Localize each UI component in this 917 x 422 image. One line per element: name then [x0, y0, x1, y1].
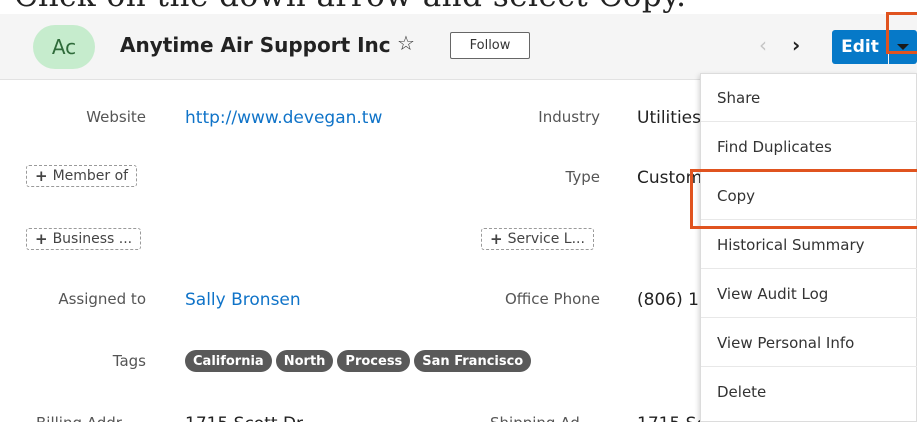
tag-list: California North Process San Francisco — [185, 350, 532, 372]
record-name: Anytime Air Support Inc — [120, 33, 391, 57]
tag[interactable]: North — [275, 350, 334, 372]
industry-value: Utilities — [637, 108, 701, 128]
shipping-address-label: Shipping Ad... — [490, 414, 594, 422]
industry-label: Industry — [538, 108, 600, 126]
chevron-left-icon[interactable]: ‹ — [759, 33, 767, 57]
plus-icon: + — [35, 167, 48, 185]
member-of-label: Member of — [52, 168, 129, 184]
menu-item-view-personal-info[interactable]: View Personal Info — [701, 319, 917, 367]
chevron-right-icon[interactable]: › — [792, 33, 800, 57]
business-label: Business ... — [52, 231, 133, 247]
actions-dropdown-menu: Share Find Duplicates Copy Historical Su… — [700, 73, 917, 422]
instruction-text-cropped: Click on the down arrow and select Copy. — [0, 0, 917, 14]
billing-address-label: Billing Addr... — [36, 414, 135, 422]
menu-item-share[interactable]: Share — [701, 74, 917, 122]
add-member-of-button[interactable]: + Member of — [26, 165, 138, 187]
website-link[interactable]: http://www.devegan.tw — [185, 108, 382, 128]
plus-icon: + — [490, 230, 503, 248]
tags-label: Tags — [112, 352, 146, 370]
dropdown-highlight-box — [886, 12, 917, 54]
star-icon[interactable]: ☆ — [397, 31, 415, 55]
tag[interactable]: California — [185, 350, 272, 372]
tag[interactable]: Process — [337, 350, 411, 372]
record-header: Ac Anytime Air Support Inc ☆ Follow ‹ › … — [0, 14, 917, 80]
edit-button[interactable]: Edit — [832, 30, 888, 64]
assigned-to-label: Assigned to — [58, 290, 146, 308]
add-service-level-button[interactable]: + Service L... — [481, 228, 594, 250]
office-phone-label: Office Phone — [504, 290, 600, 308]
service-level-label: Service L... — [507, 231, 585, 247]
copy-highlight-box — [690, 169, 917, 229]
assigned-user-link[interactable]: Sally Bronsen — [185, 290, 301, 310]
billing-address-value: 1715 Scott Dr — [185, 414, 303, 422]
type-label: Type — [565, 168, 600, 186]
menu-item-delete[interactable]: Delete — [701, 368, 917, 416]
menu-item-view-audit-log[interactable]: View Audit Log — [701, 270, 917, 318]
menu-item-find-duplicates[interactable]: Find Duplicates — [701, 123, 917, 171]
plus-icon: + — [35, 230, 48, 248]
office-phone-value[interactable]: (806) 1 — [637, 290, 699, 310]
follow-button[interactable]: Follow — [450, 32, 530, 59]
tag[interactable]: San Francisco — [414, 350, 532, 372]
avatar: Ac — [33, 25, 95, 69]
website-label: Website — [86, 108, 146, 126]
instruction-text: Click on the down arrow and select Copy. — [14, 0, 687, 14]
add-business-button[interactable]: + Business ... — [26, 228, 142, 250]
